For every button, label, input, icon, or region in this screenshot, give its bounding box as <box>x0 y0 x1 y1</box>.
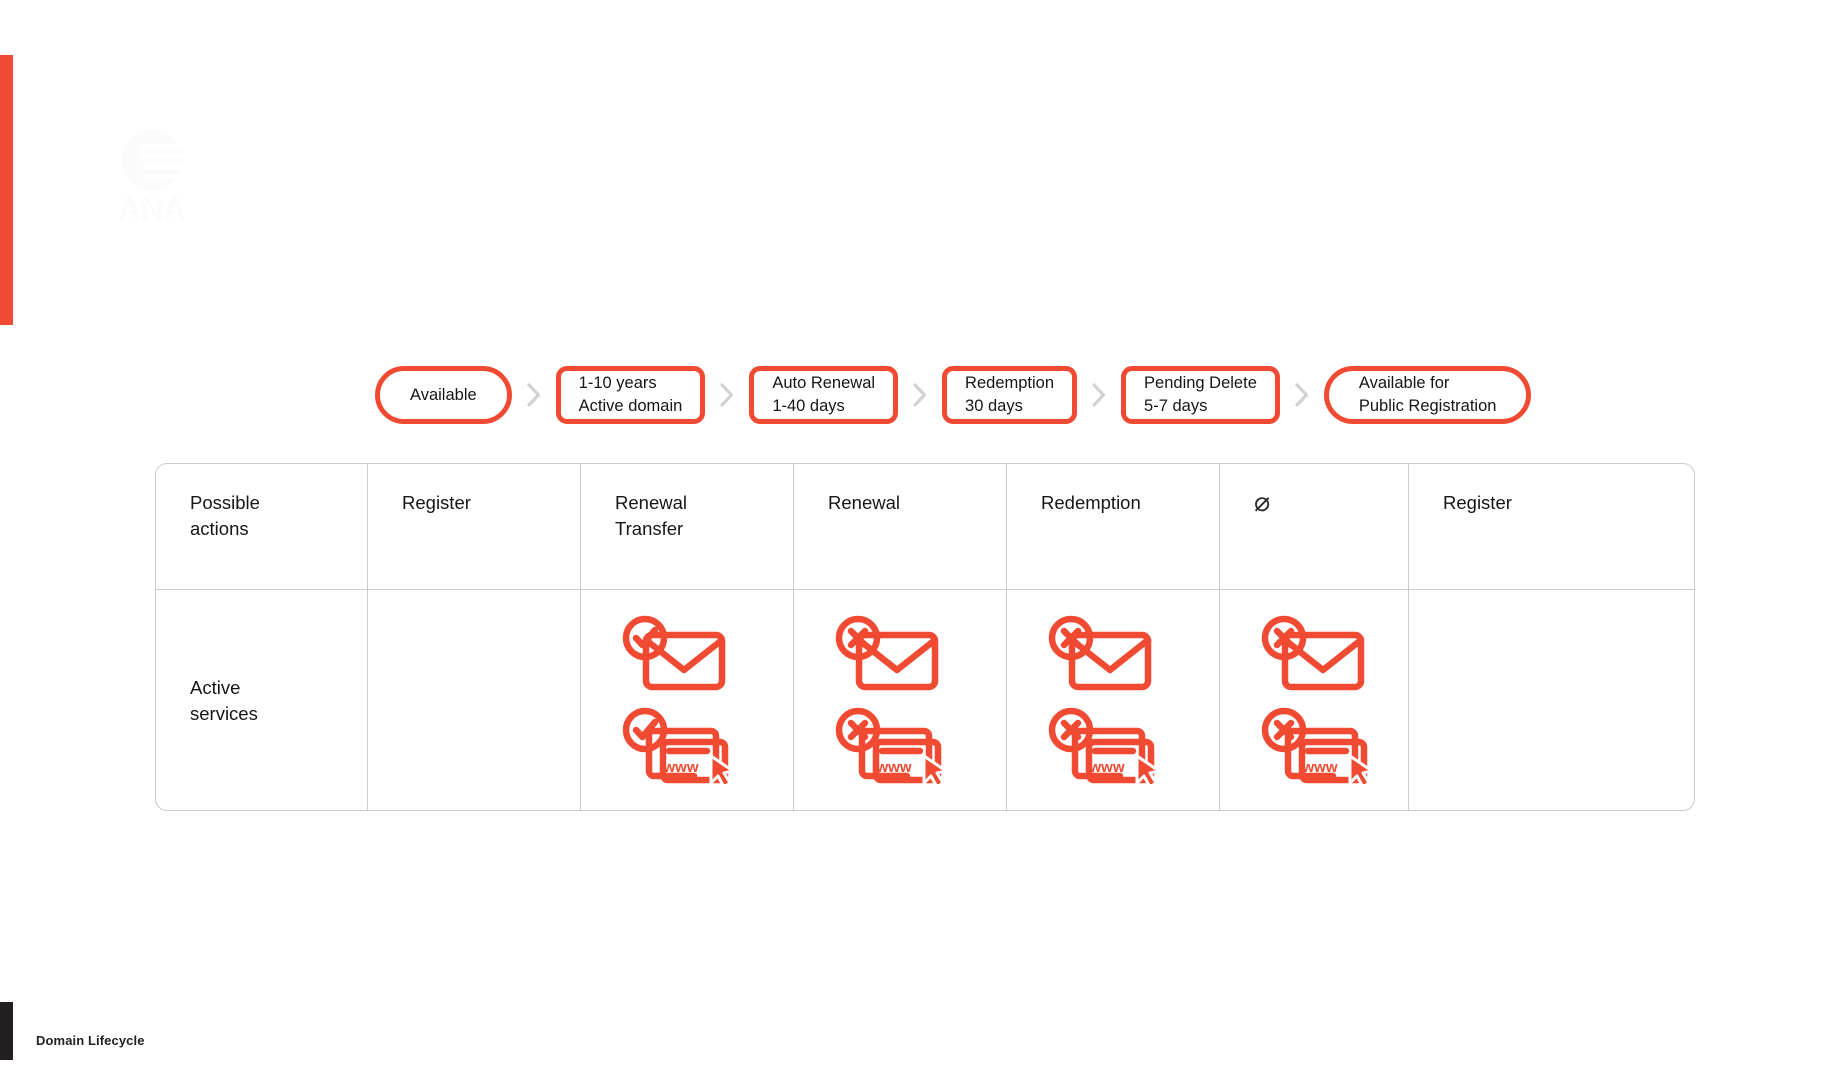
company-logo-watermark: ANA <box>96 126 208 227</box>
row-header-label: Active services <box>190 676 258 724</box>
web-icon-www-label: www <box>1088 759 1124 776</box>
cell-actions-auto-renewal: Renewal <box>794 464 1007 589</box>
cell-services-redemption: www <box>1007 590 1220 810</box>
stage-pill-pending-delete[interactable]: Pending Delete 5-7 days <box>1121 366 1280 424</box>
cell-label: Renewal Transfer <box>615 492 687 539</box>
mail-check-icon <box>622 615 726 691</box>
chevron-right-icon-2 <box>705 382 749 408</box>
chevron-right-icon-4 <box>1077 382 1121 408</box>
cell-actions-pending-delete: ⌀ <box>1220 464 1409 589</box>
table-row: Active services www www www www <box>156 590 1694 810</box>
cell-actions-available: Register <box>368 464 581 589</box>
chevron-right-icon-3 <box>898 382 942 408</box>
web-cross-icon: www <box>1048 707 1157 784</box>
stage-pill-label: Redemption 30 days <box>965 374 1055 415</box>
web-check-icon: www <box>622 707 731 784</box>
web-cross-icon: www <box>835 707 944 784</box>
domain-lifecycle-flow: Available 1-10 years Active domain Auto … <box>375 366 1532 424</box>
empty-set-icon: ⌀ <box>1254 487 1271 517</box>
lifecycle-matrix: Possible actions Register Renewal Transf… <box>155 463 1695 811</box>
stage-pill-label: Available <box>410 385 477 404</box>
stage-pill-label: Available for Public Registration <box>1358 374 1497 415</box>
footer-title: Domain Lifecycle <box>36 1033 145 1048</box>
stage-pill-label: Auto Renewal 1-40 days <box>772 374 876 415</box>
row-header-active-services: Active services <box>156 590 368 810</box>
cell-services-available <box>368 590 581 810</box>
cell-actions-redemption: Redemption <box>1007 464 1220 589</box>
cell-label: Renewal <box>828 492 900 513</box>
mail-cross-icon <box>1048 615 1152 691</box>
stage-pill-public-registration[interactable]: Available for Public Registration <box>1323 366 1532 424</box>
service-icon-stack: www <box>1041 613 1157 784</box>
stage-pill-label: Pending Delete 5-7 days <box>1144 374 1257 415</box>
footer-accent-bar <box>0 1002 13 1060</box>
stage-pill-label: 1-10 years Active domain <box>578 374 683 415</box>
mail-cross-icon <box>835 615 939 691</box>
service-icon-stack: www <box>615 613 731 784</box>
cell-label: Register <box>402 492 471 513</box>
service-icon-stack: www <box>1254 613 1370 784</box>
table-row: Possible actions Register Renewal Transf… <box>156 464 1694 590</box>
cell-actions-public-registration: Register <box>1409 464 1694 589</box>
cell-services-auto-renewal: www <box>794 590 1007 810</box>
chevron-right-icon-1 <box>512 382 556 408</box>
cell-services-public-registration <box>1409 590 1694 810</box>
web-cross-icon: www <box>1261 707 1370 784</box>
cell-actions-active-domain: Renewal Transfer <box>581 464 794 589</box>
web-icon-www-label: www <box>1301 759 1337 776</box>
watermark-wordmark: ANA <box>117 191 186 224</box>
cell-services-active-domain: www <box>581 590 794 810</box>
row-header-label: Possible actions <box>190 492 260 539</box>
cell-services-pending-delete: www <box>1220 590 1409 810</box>
mail-cross-icon <box>1261 615 1365 691</box>
cell-label: Redemption <box>1041 492 1141 513</box>
service-icon-stack: www <box>828 613 944 784</box>
top-accent-bar <box>0 55 13 325</box>
stage-pill-auto-renewal[interactable]: Auto Renewal 1-40 days <box>749 366 899 424</box>
stage-pill-active-domain[interactable]: 1-10 years Active domain <box>555 366 706 424</box>
stage-pill-redemption[interactable]: Redemption 30 days <box>942 366 1078 424</box>
stage-pill-available[interactable]: Available <box>375 366 512 424</box>
web-icon-www-label: www <box>875 759 911 776</box>
row-header-possible-actions: Possible actions <box>156 464 368 589</box>
web-icon-www-label: www <box>662 759 698 776</box>
chevron-right-icon-5 <box>1280 382 1324 408</box>
cell-label: Register <box>1443 492 1512 513</box>
